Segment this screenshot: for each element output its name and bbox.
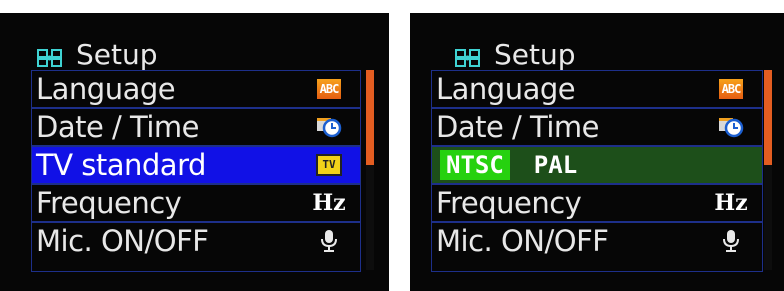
menu-item-mic[interactable]: Mic. ON/OFF	[432, 223, 762, 259]
menu-item-language[interactable]: Language ABC	[32, 71, 360, 109]
menu-item-label: Frequency	[436, 186, 582, 220]
microphone-icon	[316, 229, 342, 253]
microphone-icon	[718, 229, 744, 253]
menu-item-tv-standard[interactable]: TV standard TV	[32, 147, 360, 185]
setup-title: Setup	[454, 36, 576, 72]
menu-item-label: Language	[36, 72, 176, 106]
menu-item-label: TV standard	[36, 148, 206, 182]
setup-gear-icon	[36, 43, 64, 67]
page-title: Setup	[76, 37, 158, 71]
hz-icon: Hz	[312, 190, 346, 216]
menu-item-language[interactable]: Language ABC	[432, 71, 762, 109]
menu-item-date-time[interactable]: Date / Time	[432, 109, 762, 147]
hz-icon: Hz	[714, 190, 748, 216]
scroll-thumb[interactable]	[764, 70, 772, 165]
setup-gear-icon	[454, 43, 482, 67]
scroll-thumb[interactable]	[366, 70, 374, 165]
setup-screen-right: Setup Language ABC Date / Time NTSC PAL …	[410, 13, 784, 291]
menu-item-label: Date / Time	[436, 110, 600, 144]
clock-calendar-icon	[718, 115, 744, 139]
menu-item-label: Date / Time	[36, 110, 200, 144]
page-title: Setup	[494, 37, 576, 71]
tv-icon: TV	[316, 153, 342, 177]
menu-item-mic[interactable]: Mic. ON/OFF	[32, 223, 360, 259]
setup-screen-left: Setup Language ABC Date / Time TV standa…	[0, 13, 389, 291]
scrollbar[interactable]	[764, 70, 772, 270]
menu-item-frequency[interactable]: Frequency Hz	[32, 185, 360, 223]
menu-item-label: Mic. ON/OFF	[436, 224, 609, 258]
option-ntsc[interactable]: NTSC	[440, 150, 510, 180]
menu-item-label: Mic. ON/OFF	[36, 224, 209, 258]
setup-menu: Language ABC Date / Time NTSC PAL Freque…	[431, 70, 763, 272]
setup-menu: Language ABC Date / Time TV standard TV …	[31, 70, 361, 272]
abc-icon: ABC	[718, 77, 744, 101]
menu-item-date-time[interactable]: Date / Time	[32, 109, 360, 147]
abc-icon: ABC	[316, 77, 342, 101]
tv-standard-options: NTSC PAL	[432, 147, 762, 185]
menu-item-label: Frequency	[36, 186, 182, 220]
menu-item-frequency[interactable]: Frequency Hz	[432, 185, 762, 223]
clock-calendar-icon	[316, 115, 342, 139]
scrollbar[interactable]	[366, 70, 374, 270]
setup-title: Setup	[36, 36, 158, 72]
option-pal[interactable]: PAL	[528, 150, 583, 180]
menu-item-label: Language	[436, 72, 576, 106]
